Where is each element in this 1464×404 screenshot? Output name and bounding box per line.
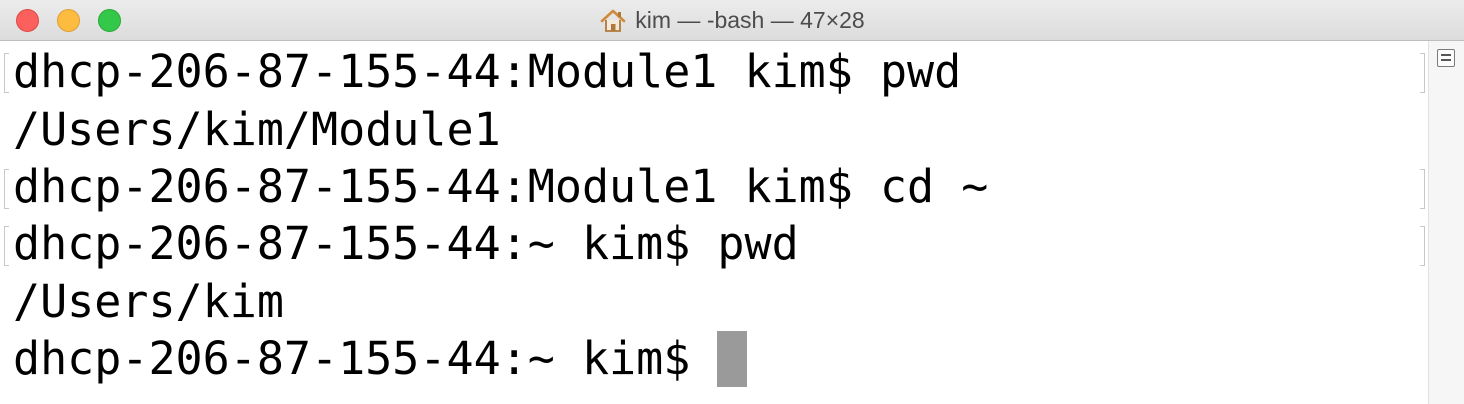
prompt-mark-right xyxy=(1420,53,1425,93)
prompt-mark-left xyxy=(4,169,9,209)
window-title: kim — -bash — 47×28 xyxy=(635,7,865,33)
title-bar[interactable]: kim — -bash — 47×28 xyxy=(0,0,1464,41)
terminal-line: dhcp-206-87-155-44:Module1 kim$ pwd xyxy=(13,45,962,98)
terminal-window: kim — -bash — 47×28 dhcp-206-87-155-44:M… xyxy=(0,0,1464,404)
prompt-mark-right xyxy=(1420,169,1425,209)
prompt-mark-left xyxy=(4,226,9,266)
terminal-line: /Users/kim xyxy=(13,275,284,328)
window-title-group: kim — -bash — 47×28 xyxy=(0,0,1464,41)
split-pane-icon[interactable] xyxy=(1437,49,1455,67)
home-icon xyxy=(599,8,627,34)
terminal-line: dhcp-206-87-155-44:Module1 kim$ cd ~ xyxy=(13,160,989,213)
current-prompt-line[interactable]: dhcp-206-87-155-44:~ kim$ xyxy=(13,331,748,387)
terminal-line: dhcp-206-87-155-44:~ kim$ pwd xyxy=(13,217,799,270)
current-prompt: dhcp-206-87-155-44:~ kim$ xyxy=(13,332,718,385)
prompt-mark-right xyxy=(1420,226,1425,266)
text-cursor xyxy=(717,331,748,387)
terminal-content[interactable]: dhcp-206-87-155-44:Module1 kim$ pwd /Use… xyxy=(0,41,1428,404)
terminal-line: /Users/kim/Module1 xyxy=(13,103,501,156)
scrollbar[interactable] xyxy=(1428,41,1464,404)
prompt-mark-left xyxy=(4,53,9,93)
